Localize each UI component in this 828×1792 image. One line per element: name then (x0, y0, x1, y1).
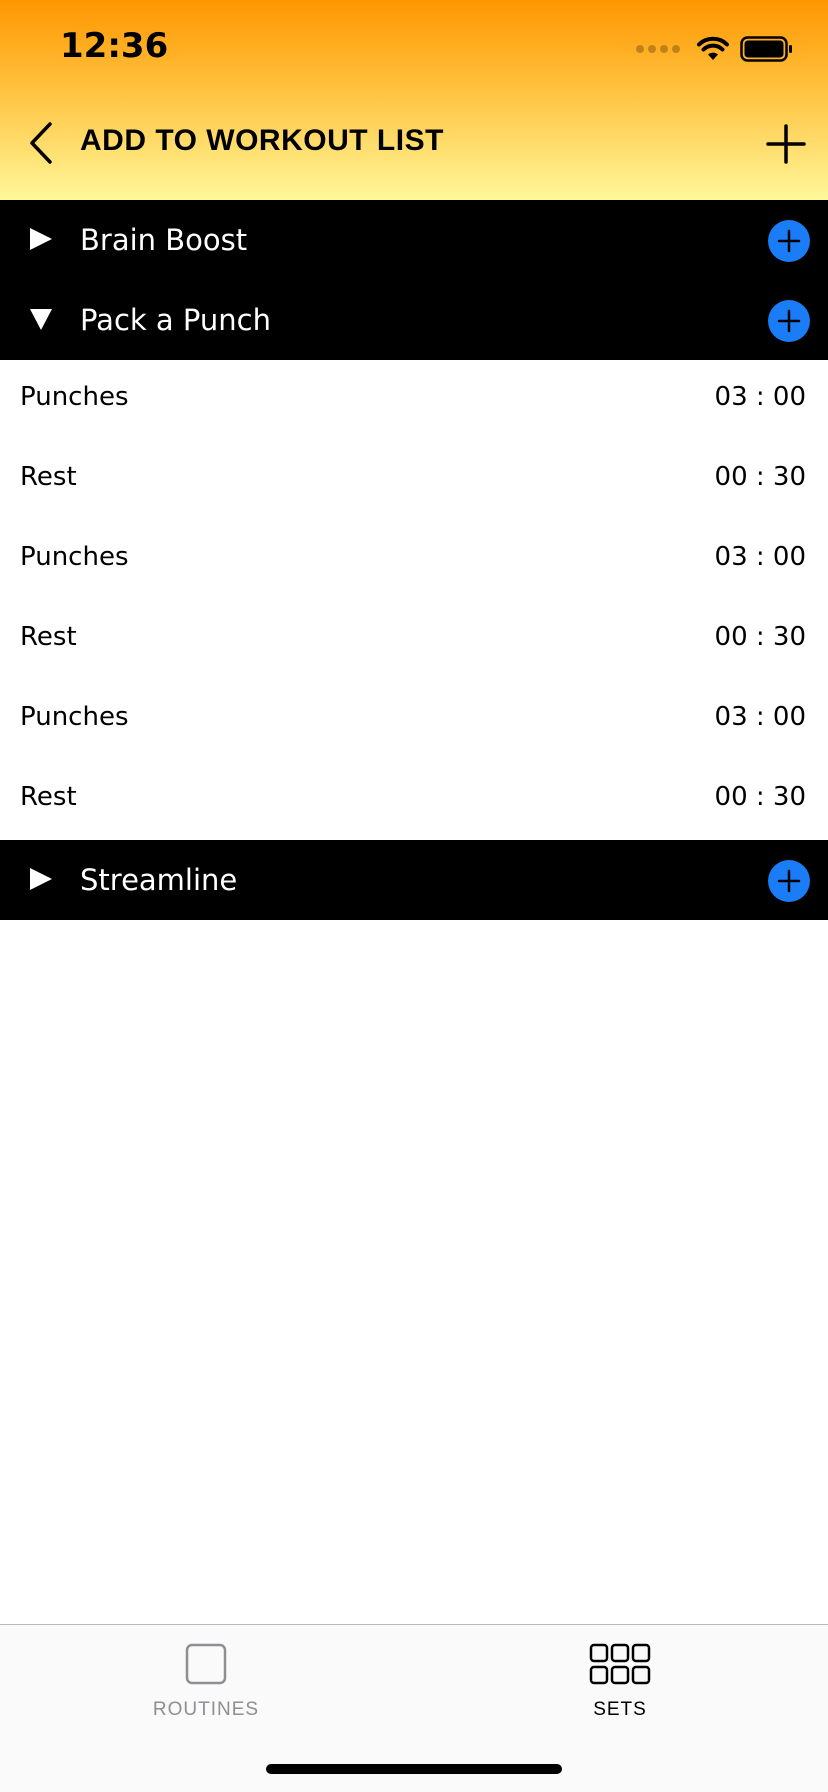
add-button[interactable] (766, 124, 806, 164)
exercise-name: Punches (20, 542, 129, 572)
status-time: 12:36 (60, 26, 169, 66)
triangle-down-icon[interactable] (28, 306, 54, 332)
tab-sets-label: SETS (593, 1699, 647, 1720)
battery-icon (740, 36, 792, 62)
set-group-row[interactable]: Streamline (0, 840, 828, 920)
triangle-right-icon[interactable] (28, 226, 54, 252)
exercise-name: Punches (20, 382, 129, 412)
chevron-left-icon (30, 122, 52, 164)
exercise-name: Punches (20, 702, 129, 732)
home-indicator (266, 1764, 562, 1774)
grid-icon (589, 1643, 651, 1685)
plus-circle-icon (777, 309, 801, 333)
header: 12:36 ADD TO WORKOUT LIST (0, 0, 828, 200)
tab-routines-label: ROUTINES (152, 1699, 260, 1720)
workout-sets-list: Brain Boost Pack a Punch Punches 03 : 00… (0, 200, 828, 920)
exercise-duration: 00 : 30 (714, 462, 806, 492)
exercise-row[interactable]: Punches 03 : 00 (0, 360, 828, 440)
plus-circle-icon (777, 869, 801, 893)
exercise-row[interactable]: Rest 00 : 30 (0, 600, 828, 680)
plus-icon (766, 124, 806, 164)
exercise-duration: 00 : 30 (714, 782, 806, 812)
set-group-name: Streamline (80, 863, 238, 897)
exercise-row[interactable]: Rest 00 : 30 (0, 760, 828, 840)
tab-sets[interactable]: SETS (520, 1643, 720, 1721)
add-set-button[interactable] (768, 220, 810, 262)
exercise-name: Rest (20, 462, 77, 492)
status-icons (636, 34, 794, 64)
exercise-name: Rest (20, 782, 77, 812)
exercise-row[interactable]: Punches 03 : 00 (0, 680, 828, 760)
exercise-duration: 03 : 00 (714, 702, 806, 732)
set-group-row[interactable]: Pack a Punch (0, 280, 828, 360)
square-icon (185, 1643, 227, 1685)
wifi-icon (697, 36, 729, 60)
page-title: ADD TO WORKOUT LIST (80, 124, 444, 157)
add-set-button[interactable] (768, 300, 810, 342)
set-group-name: Brain Boost (80, 223, 248, 257)
exercise-name: Rest (20, 622, 77, 652)
set-group-name: Pack a Punch (80, 303, 271, 337)
cellular-signal-icon (636, 45, 680, 53)
tab-routines[interactable]: ROUTINES (106, 1643, 306, 1721)
exercise-duration: 00 : 30 (714, 622, 806, 652)
triangle-right-icon[interactable] (28, 866, 54, 892)
set-group-row[interactable]: Brain Boost (0, 200, 828, 280)
exercise-row[interactable]: Rest 00 : 30 (0, 440, 828, 520)
exercise-duration: 03 : 00 (714, 542, 806, 572)
add-set-button[interactable] (768, 860, 810, 902)
back-button[interactable] (24, 120, 64, 166)
exercise-duration: 03 : 00 (714, 382, 806, 412)
plus-circle-icon (777, 229, 801, 253)
exercise-row[interactable]: Punches 03 : 00 (0, 520, 828, 600)
